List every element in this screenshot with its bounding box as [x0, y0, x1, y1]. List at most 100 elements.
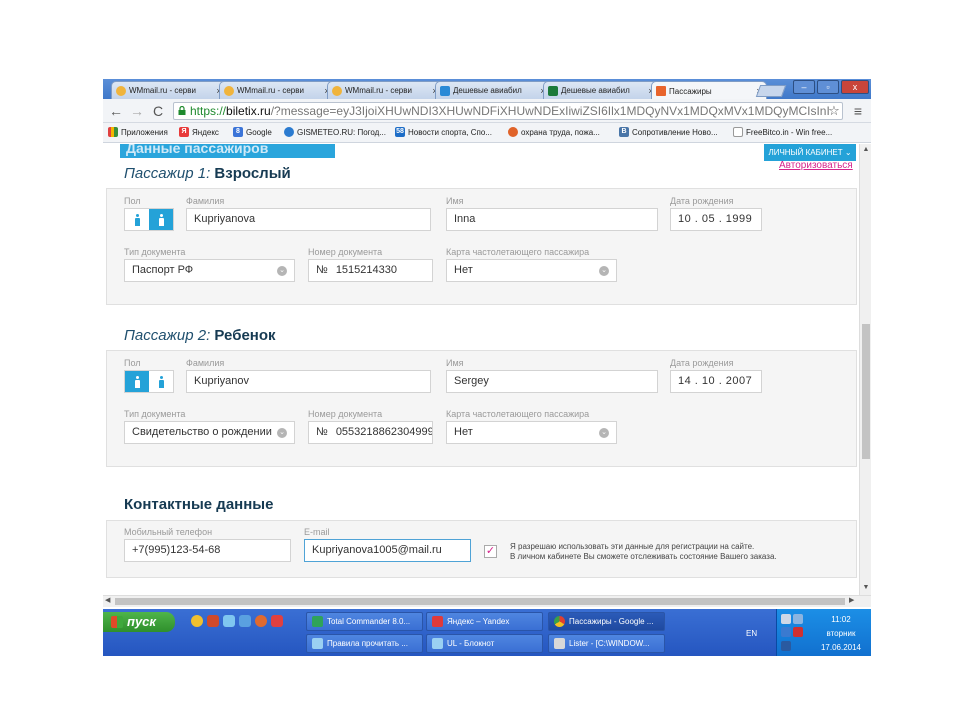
frequent-flyer-select[interactable]: Нет ⌄ — [446, 259, 617, 282]
section-title: Данные пассажиров — [120, 144, 335, 158]
scroll-down-icon[interactable]: ▼ — [862, 584, 870, 591]
bookmark-item[interactable]: Я Яндекс — [179, 127, 219, 137]
bookmark-item[interactable]: 58 Новости спорта, Спо... — [395, 127, 492, 137]
browser-tab-strip: WMmail.ru - серви × WMmail.ru - серви × … — [103, 79, 871, 100]
url-host: biletix.ru — [226, 104, 271, 118]
taskbar-button-label: Lister - [C:\WINDOW... — [569, 639, 650, 648]
taskbar-button[interactable]: Яндекс – Yandex — [426, 612, 543, 631]
quicklaunch-icon[interactable] — [239, 615, 251, 627]
horizontal-scrollbar[interactable]: ◀ ▶ — [103, 595, 871, 607]
taskbar-button-label: Яндекс – Yandex — [447, 617, 510, 626]
gismeteo-icon — [284, 127, 294, 137]
authorize-link[interactable]: Авторизоваться — [779, 160, 853, 171]
bookmark-item[interactable]: B Сопротивление Ново... — [619, 127, 718, 137]
bookmark-star-icon[interactable]: ☆ — [825, 102, 843, 120]
gender-male-button[interactable] — [125, 209, 149, 230]
reload-icon[interactable]: C — [149, 102, 167, 120]
screenshot: WMmail.ru - серви × WMmail.ru - серви × … — [103, 79, 871, 656]
browser-tab[interactable]: Дешевые авиабил × — [435, 81, 551, 99]
gender-female-button[interactable] — [149, 209, 173, 230]
surname-input[interactable]: Kupriyanova — [186, 208, 431, 231]
sports-icon: 58 — [395, 127, 405, 137]
browser-tab-active[interactable]: Пассажиры × — [651, 81, 767, 100]
browser-tab[interactable]: Дешевые авиабил × — [543, 81, 659, 99]
minimize-button[interactable]: – — [793, 80, 815, 94]
clock-time[interactable]: 11:02 — [813, 615, 869, 624]
passenger-1-title: Пассажир 1: Взрослый — [124, 165, 291, 182]
taskbar-button[interactable]: Правила прочитать ... — [306, 634, 423, 653]
gender-female-button[interactable] — [149, 371, 173, 392]
taskbar-button-active[interactable]: Пассажиры - Google ... — [548, 612, 665, 631]
volume-icon[interactable] — [781, 614, 791, 624]
quicklaunch-icon[interactable] — [271, 615, 283, 627]
surname-input[interactable]: Kupriyanov — [186, 370, 431, 393]
new-tab-button[interactable] — [755, 85, 787, 97]
scroll-right-icon[interactable]: ▶ — [849, 596, 854, 604]
lister-icon — [554, 638, 565, 649]
quicklaunch-icon[interactable] — [255, 615, 267, 627]
dropdown-icon: ⌄ — [599, 428, 609, 438]
clock-weekday: вторник — [826, 629, 856, 638]
bookmark-item[interactable]: FreeBitco.in - Win free... — [733, 127, 832, 137]
taskbar-button[interactable]: Total Commander 8.0... — [306, 612, 423, 631]
forward-icon[interactable]: → — [128, 102, 146, 120]
bookmark-item[interactable]: охрана труда, пожа... — [508, 127, 600, 137]
consent-checkbox[interactable]: ✓ — [484, 545, 497, 558]
browser-tab[interactable]: WMmail.ru - серви × — [219, 81, 335, 99]
bookmark-item[interactable]: 8 Google — [233, 127, 272, 137]
taskbar-button-label: UL - Блокнот — [447, 639, 495, 648]
quicklaunch-icon[interactable] — [191, 615, 203, 627]
taskbar-button[interactable]: Lister - [C:\WINDOW... — [548, 634, 665, 653]
document-number-input[interactable]: № 0553218862304999 — [308, 421, 433, 444]
network-icon[interactable] — [793, 614, 803, 624]
name-input[interactable]: Sergey — [446, 370, 658, 393]
personal-cabinet-button[interactable]: ЛИЧНЫЙ КАБИНЕТ ⌄ — [764, 144, 856, 161]
frequent-flyer-select[interactable]: Нет ⌄ — [446, 421, 617, 444]
scroll-thumb[interactable] — [115, 598, 845, 605]
birth-date-input[interactable]: 10 . 05 . 1999 — [670, 208, 762, 231]
gender-male-button[interactable] — [125, 371, 149, 392]
chevron-down-icon: ⌄ — [842, 148, 852, 157]
browser-tab[interactable]: WMmail.ru - серви × — [327, 81, 443, 99]
tray-app-icon[interactable] — [781, 627, 791, 637]
notepad-icon — [312, 638, 323, 649]
bookmark-item[interactable]: GISMETEO.RU: Погод... — [284, 127, 386, 137]
gender-label: Пол — [124, 196, 141, 206]
document-type-select[interactable]: Свидетельство о рождении ⌄ — [124, 421, 295, 444]
quicklaunch-icon[interactable] — [207, 615, 219, 627]
antivirus-icon[interactable] — [793, 627, 803, 637]
bookmark-label: Яндекс — [192, 127, 219, 137]
back-icon[interactable]: ← — [107, 102, 125, 120]
close-window-button[interactable]: x — [841, 80, 869, 94]
windows-taskbar: пуск Total Commander 8.0... Яндекс – Yan… — [103, 609, 871, 656]
language-indicator[interactable]: EN — [746, 629, 757, 638]
scroll-left-icon[interactable]: ◀ — [105, 596, 110, 604]
passenger-2-panel: Пол Фамилия Имя Дата рождения Kupriyanov… — [106, 350, 857, 467]
browser-tab[interactable]: WMmail.ru - серви × — [111, 81, 227, 99]
phone-input[interactable]: +7(995)123-54-68 — [124, 539, 291, 562]
start-button[interactable]: пуск — [103, 612, 175, 632]
menu-icon[interactable]: ≡ — [849, 102, 867, 120]
wmmail-icon — [116, 85, 126, 96]
tab-label: Пассажиры — [669, 86, 712, 96]
maximize-button[interactable]: ▫ — [817, 80, 839, 94]
tab-label: WMmail.ru - серви — [345, 86, 412, 95]
taskbar-button[interactable]: UL - Блокнот — [426, 634, 543, 653]
bookmark-label: Новости спорта, Спо... — [408, 127, 492, 137]
bookmark-item[interactable]: Приложения — [108, 127, 168, 137]
email-input[interactable]: Kupriyanova1005@mail.ru — [304, 539, 471, 562]
name-input[interactable]: Inna — [446, 208, 658, 231]
birth-date-input[interactable]: 14 . 10 . 2007 — [670, 370, 762, 393]
scroll-up-icon[interactable]: ▲ — [862, 146, 870, 153]
tab-label: WMmail.ru - серви — [129, 86, 196, 95]
vertical-scrollbar[interactable]: ▲ ▼ — [859, 144, 871, 595]
document-type-select[interactable]: Паспорт РФ ⌄ — [124, 259, 295, 282]
google-icon: 8 — [233, 127, 243, 137]
apps-icon — [108, 127, 118, 137]
scroll-thumb[interactable] — [862, 324, 870, 459]
tray-app-icon[interactable] — [781, 641, 791, 651]
quicklaunch-icon[interactable] — [223, 615, 235, 627]
contacts-panel: Мобильный телефон E-mail +7(995)123-54-6… — [106, 520, 857, 578]
address-bar[interactable]: https://biletix.ru/?message=eyJ3IjoiXHUw… — [173, 102, 843, 120]
document-number-input[interactable]: № 1515214330 — [308, 259, 433, 282]
